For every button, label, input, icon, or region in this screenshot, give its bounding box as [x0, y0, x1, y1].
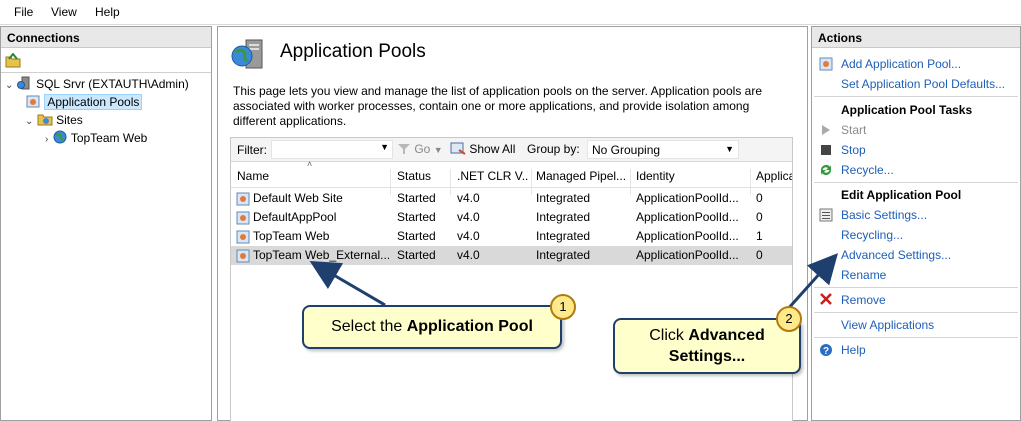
- callout-arrows: [309, 253, 839, 322]
- callout-2-bold-2: Settings...: [668, 348, 746, 365]
- callout-1-number-badge: 1: [550, 294, 576, 320]
- callout-2-number-badge: 2: [776, 306, 802, 332]
- arrow-to-selected-row: [309, 260, 386, 307]
- callout-advanced-settings: Click Advanced Settings...: [613, 318, 801, 374]
- callout-select-pool: Select the Application Pool: [302, 305, 562, 349]
- callout-1-bold: Application Pool: [406, 318, 533, 335]
- callout-2-prefix: Click: [649, 327, 689, 344]
- callout-2-bold-1: Advanced: [688, 327, 765, 344]
- callout-1-prefix: Select the: [331, 318, 407, 335]
